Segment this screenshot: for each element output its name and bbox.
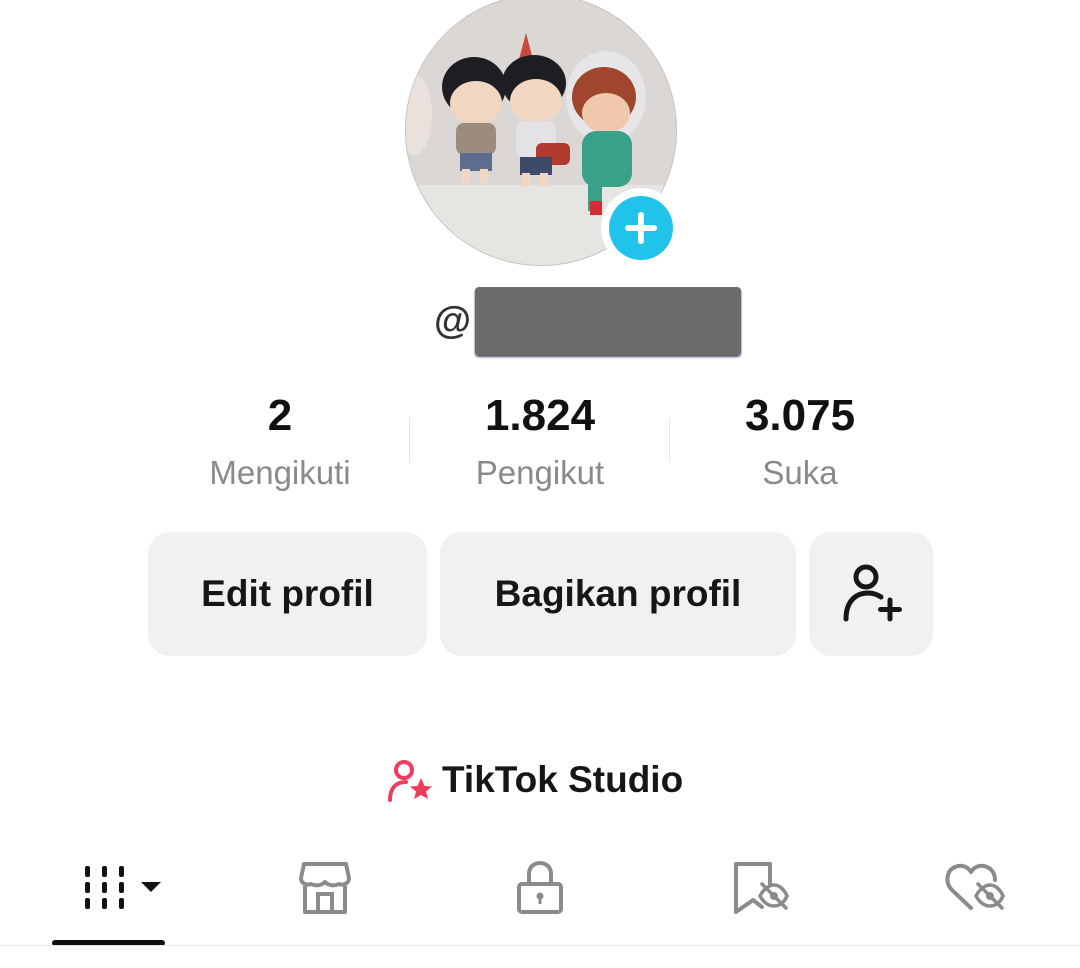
stat-likes[interactable]: 3.075 Suka [680, 388, 920, 502]
tab-liked[interactable] [930, 858, 1020, 918]
stat-divider [669, 418, 670, 462]
share-profile-button[interactable]: Bagikan profil [440, 532, 796, 656]
stat-divider [409, 418, 410, 462]
stat-following[interactable]: 2 Mengikuti [160, 388, 400, 502]
stat-label: Pengikut [475, 454, 605, 491]
tab-videos[interactable] [60, 858, 170, 918]
stat-value: 1.824 [484, 391, 596, 440]
tiktok-studio-link[interactable]: TikTok Studio [386, 752, 683, 808]
edit-profile-label: Edit profil [201, 573, 374, 614]
tab-saved[interactable] [715, 858, 805, 918]
shop-icon [299, 862, 351, 914]
stat-label: Suka [762, 454, 838, 491]
stat-value: 2 [267, 391, 293, 440]
add-friend-button[interactable] [809, 532, 933, 656]
stat-value: 3.075 [744, 391, 856, 440]
share-profile-label: Bagikan profil [494, 573, 742, 614]
person-star-icon [388, 760, 432, 802]
username-prefix: @ [434, 299, 472, 342]
bookmark-hidden-icon [734, 862, 789, 914]
person-plus-icon [843, 564, 902, 622]
username-redacted [475, 287, 742, 355]
tiktok-studio-label: TikTok Studio [442, 759, 684, 800]
stat-followers[interactable]: 1.824 Pengikut [420, 388, 660, 502]
heart-hidden-icon [945, 863, 1005, 910]
plus-icon [609, 196, 673, 260]
tab-private[interactable] [495, 858, 585, 918]
stat-label: Mengikuti [209, 454, 351, 491]
tab-shop[interactable] [280, 858, 370, 918]
avatar-container [405, 0, 681, 268]
lock-icon [517, 860, 563, 914]
grid-icon [85, 866, 161, 909]
username-row: @ [434, 286, 742, 356]
tab-bar-divider [0, 945, 1080, 946]
edit-profile-button[interactable]: Edit profil [148, 532, 427, 656]
add-avatar-button[interactable] [601, 188, 681, 268]
